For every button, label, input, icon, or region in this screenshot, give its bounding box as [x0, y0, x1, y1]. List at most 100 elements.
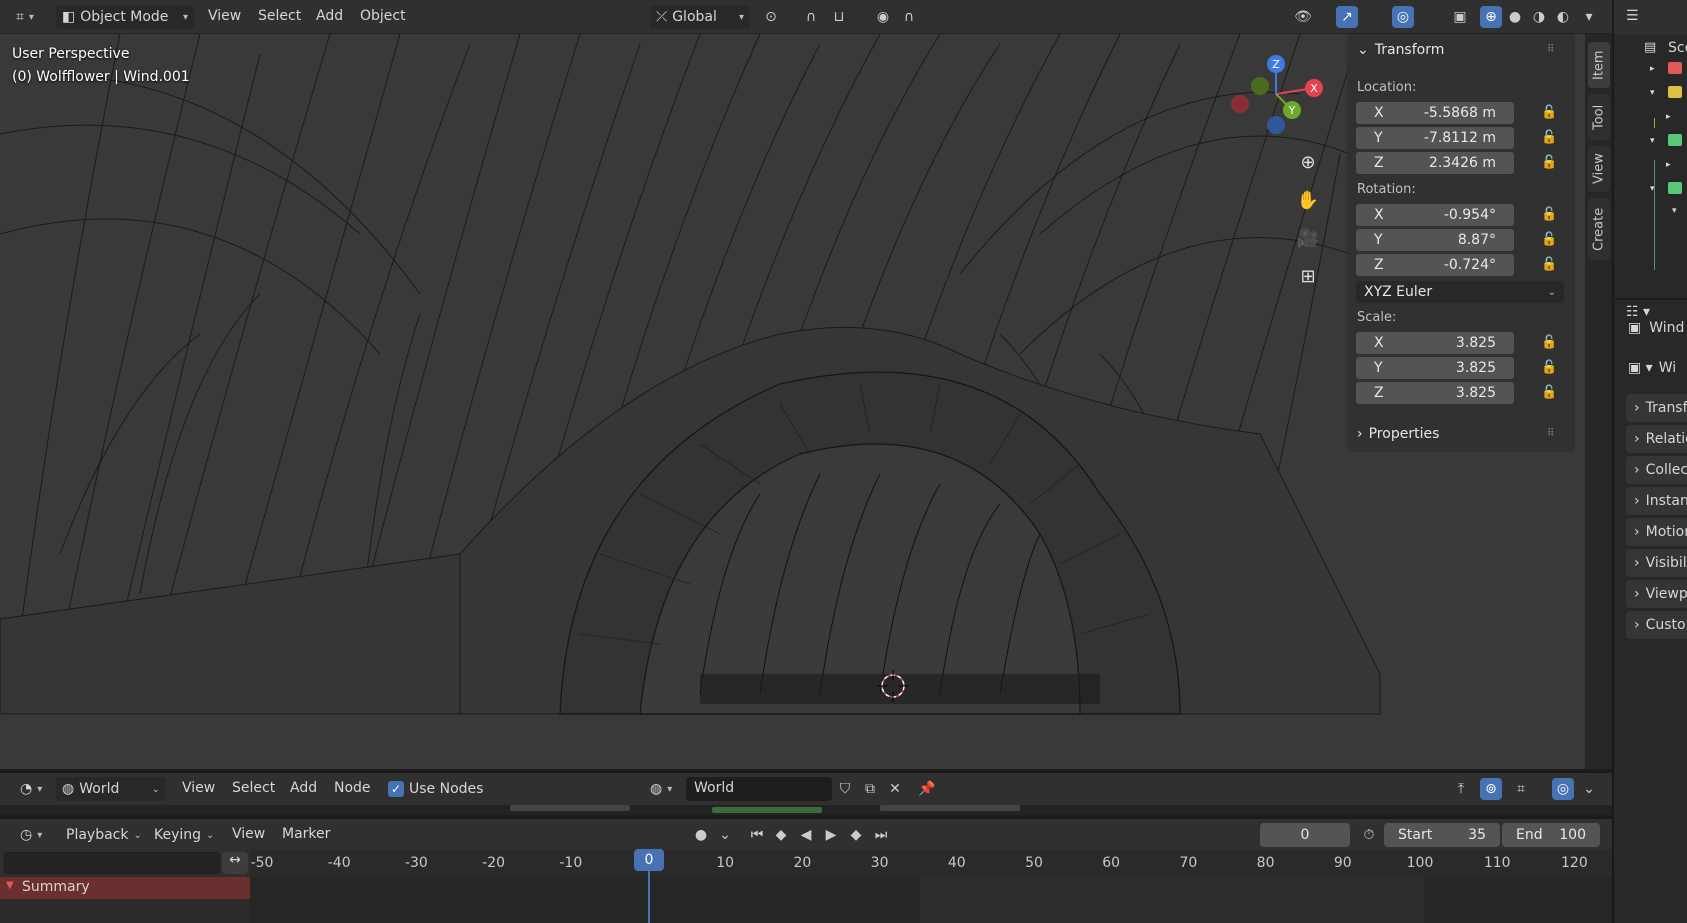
end-frame-field[interactable]: End 100	[1502, 823, 1600, 847]
node-snap-mode-icon[interactable]: ⌗	[1510, 778, 1532, 800]
section-viewport-display[interactable]: › Viewp	[1626, 580, 1687, 608]
jump-end-icon[interactable]: ⏭	[870, 824, 892, 846]
frame-ruler[interactable]: -50 -40 -30 -20 -10 0 10 20 30 40 50 60 70 80 90 100 110…	[0, 849, 1612, 877]
rendered-shading-icon[interactable]: ◐	[1552, 6, 1574, 28]
properties-panel-header[interactable]: › Properties	[1357, 426, 1439, 442]
mode-select[interactable]: ◧ Object Mode ▾	[56, 5, 194, 29]
parent-tree-icon[interactable]: ⤒	[1450, 778, 1472, 800]
lock-icon[interactable]: 🔓	[1541, 360, 1559, 376]
expand-icon[interactable]: ▾	[1672, 206, 1677, 216]
section-collections[interactable]: › Collec	[1626, 456, 1687, 484]
lock-icon[interactable]: 🔓	[1541, 385, 1559, 401]
current-frame-field[interactable]: 0	[1260, 823, 1350, 847]
node-editor-canvas[interactable]	[0, 805, 1612, 815]
keying-menu[interactable]: Keying ⌄	[148, 823, 220, 847]
world-name-field[interactable]: World	[686, 777, 832, 801]
rotation-z-field[interactable]: Z -0.724°	[1356, 254, 1514, 276]
section-visibility[interactable]: › Visibili	[1626, 549, 1687, 577]
menu-select[interactable]: Select	[258, 8, 301, 24]
location-x-field[interactable]: X -5.5868 m	[1356, 102, 1514, 124]
lock-icon[interactable]: 🔓	[1541, 207, 1559, 223]
node-box[interactable]	[712, 807, 822, 813]
camera-icon[interactable]: 🎥	[1296, 228, 1320, 252]
lock-icon[interactable]: 🔓	[1541, 105, 1559, 121]
keying-set-icon[interactable]: ⌄	[714, 824, 736, 846]
prev-keyframe-icon[interactable]: ◆	[770, 824, 792, 846]
rotation-mode-select[interactable]: XYZ Euler ⌄	[1356, 281, 1564, 303]
expand-icon[interactable]: ▸	[1666, 112, 1671, 122]
location-z-field[interactable]: Z 2.3426 m	[1356, 152, 1514, 174]
menu-select[interactable]: Select	[232, 780, 275, 796]
outliner-editor-type-icon[interactable]: ☰	[1626, 8, 1639, 24]
pin-icon[interactable]: 📌	[916, 778, 938, 800]
properties-editor-type-icon[interactable]: ☷ ▾	[1626, 304, 1650, 320]
world-browse-button[interactable]: ◍ ▾	[644, 777, 678, 801]
snap-node-icon[interactable]: ⊚	[1480, 778, 1502, 800]
expand-icon[interactable]: ▾	[1650, 136, 1655, 146]
visibility-icon[interactable]: 👁	[1292, 6, 1314, 28]
zoom-icon[interactable]: ⊕	[1296, 152, 1320, 176]
fake-user-shield-icon[interactable]: ⛉	[834, 778, 856, 800]
node-box[interactable]	[510, 805, 630, 811]
node-box[interactable]	[880, 805, 1020, 811]
solid-shading-icon[interactable]: ●	[1504, 6, 1526, 28]
rotation-x-field[interactable]: X -0.954°	[1356, 204, 1514, 226]
gizmo-toggle-icon[interactable]: ↗	[1336, 6, 1358, 28]
scale-z-field[interactable]: Z 3.825	[1356, 382, 1514, 404]
playback-menu[interactable]: Playback ⌄	[60, 823, 148, 847]
xray-icon[interactable]: ▣	[1449, 6, 1471, 28]
expand-icon[interactable]: ▸	[1650, 64, 1655, 74]
timeline-editor-type-button[interactable]: ◷ ▾	[14, 823, 48, 847]
menu-view[interactable]: View	[208, 8, 241, 24]
editor-type-button[interactable]: ⌗ ▾	[10, 5, 40, 29]
snap-increment-icon[interactable]: ⊔	[828, 6, 850, 28]
lock-icon[interactable]: 🔓	[1541, 130, 1559, 146]
menu-add[interactable]: Add	[290, 780, 317, 796]
stopwatch-icon[interactable]: ⏱	[1358, 824, 1380, 846]
playhead-frame-indicator[interactable]: 0	[634, 849, 664, 871]
section-transform[interactable]: › Transf	[1626, 394, 1687, 422]
rotation-y-field[interactable]: Y 8.87°	[1356, 229, 1514, 251]
tab-tool[interactable]: Tool	[1588, 94, 1610, 140]
section-relations[interactable]: › Relatio	[1626, 425, 1687, 453]
menu-object[interactable]: Object	[360, 8, 406, 24]
falloff-icon[interactable]: ∩	[898, 6, 920, 28]
material-shading-icon[interactable]: ◑	[1528, 6, 1550, 28]
proportional-edit-icon[interactable]: ◉	[872, 6, 894, 28]
pan-hand-icon[interactable]: ✋	[1296, 190, 1320, 214]
menu-view[interactable]: View	[182, 780, 215, 796]
transform-panel-header[interactable]: ⌄ Transform	[1357, 42, 1444, 58]
object-select[interactable]: ▣ ▾ Wi	[1628, 360, 1676, 376]
drag-handle-icon[interactable]: ⠿	[1547, 428, 1554, 439]
section-motion-paths[interactable]: › Motion	[1626, 518, 1687, 546]
lock-icon[interactable]: 🔓	[1541, 232, 1559, 248]
chevron-down-icon[interactable]: ⌄	[1578, 778, 1600, 800]
scale-x-field[interactable]: X 3.825	[1356, 332, 1514, 354]
expand-icon[interactable]: ▸	[1666, 160, 1671, 170]
lock-icon[interactable]: 🔓	[1541, 257, 1559, 273]
grid-perspective-icon[interactable]: ⊞	[1296, 266, 1320, 290]
menu-add[interactable]: Add	[316, 8, 343, 24]
expand-icon[interactable]: ▾	[1650, 88, 1655, 98]
start-frame-field[interactable]: Start 35	[1384, 823, 1500, 847]
node-editor-type-button[interactable]: ◔ ▾	[14, 777, 48, 801]
orientation-select[interactable]: ⤫ Global ▾	[650, 5, 750, 29]
shading-options-icon[interactable]: ▾	[1578, 6, 1600, 28]
section-custom-properties[interactable]: › Custo	[1626, 611, 1687, 639]
tab-item[interactable]: Item	[1588, 42, 1610, 88]
shader-type-select[interactable]: ◍ World ⌄	[56, 777, 166, 801]
menu-view[interactable]: View	[232, 826, 265, 842]
use-nodes-toggle[interactable]: ✓ Use Nodes	[382, 777, 489, 801]
play-icon[interactable]: ▶	[820, 824, 842, 846]
lock-icon[interactable]: 🔓	[1541, 335, 1559, 351]
node-overlays-icon[interactable]: ◎	[1552, 778, 1574, 800]
section-instancing[interactable]: › Instan	[1626, 487, 1687, 515]
tab-create[interactable]: Create	[1588, 198, 1610, 260]
summary-channel[interactable]: ▼ Summary	[0, 877, 250, 899]
wireframe-shading-icon[interactable]: ⊕	[1480, 6, 1502, 28]
snap-icon[interactable]: ∩	[800, 6, 822, 28]
next-keyframe-icon[interactable]: ◆	[845, 824, 867, 846]
play-reverse-icon[interactable]: ◀	[795, 824, 817, 846]
menu-marker[interactable]: Marker	[282, 826, 330, 842]
duplicate-icon[interactable]: ⧉	[859, 778, 881, 800]
